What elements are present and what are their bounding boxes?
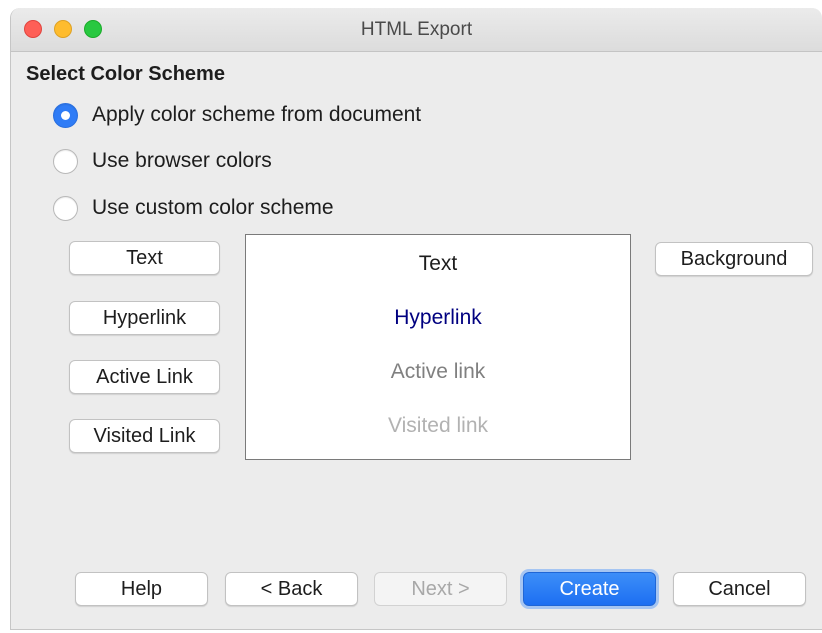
- window-title: HTML Export: [360, 19, 473, 40]
- title-bar[interactable]: HTML Export: [11, 8, 822, 52]
- preview-active-link: Active link: [390, 360, 486, 383]
- preview-hyperlink: Hyperlink: [394, 306, 482, 329]
- html-export-dialog: HTML Export Select Color Scheme Apply co…: [10, 8, 822, 630]
- radio-label-apply-document-scheme: Apply color scheme from document: [92, 103, 422, 126]
- radio-use-custom-scheme[interactable]: Use custom color scheme: [53, 194, 334, 222]
- back-button[interactable]: < Back: [225, 572, 358, 606]
- radio-label-use-custom-scheme: Use custom color scheme: [92, 196, 334, 219]
- help-button[interactable]: Help: [75, 572, 208, 606]
- preview-visited-link: Visited link: [388, 414, 488, 437]
- next-button[interactable]: Next >: [374, 572, 507, 606]
- background-color-button[interactable]: Background: [655, 242, 813, 276]
- create-button[interactable]: Create: [523, 572, 656, 606]
- preview-text: Text: [418, 252, 458, 275]
- active-link-color-button[interactable]: Active Link: [69, 360, 220, 394]
- section-title: Select Color Scheme: [26, 63, 225, 85]
- text-color-button[interactable]: Text: [69, 241, 220, 275]
- radio-use-browser-colors[interactable]: Use browser colors: [53, 147, 272, 175]
- radio-button-icon[interactable]: [53, 148, 78, 174]
- cancel-button[interactable]: Cancel: [673, 572, 806, 606]
- radio-button-checked-icon[interactable]: [53, 102, 78, 128]
- radio-button-icon[interactable]: [53, 195, 78, 221]
- visited-link-color-button[interactable]: Visited Link: [69, 419, 220, 453]
- radio-apply-document-scheme[interactable]: Apply color scheme from document: [53, 101, 421, 129]
- color-preview-box: Text Hyperlink Active link Visited link: [245, 234, 631, 460]
- hyperlink-color-button[interactable]: Hyperlink: [69, 301, 220, 335]
- radio-label-use-browser-colors: Use browser colors: [92, 149, 272, 172]
